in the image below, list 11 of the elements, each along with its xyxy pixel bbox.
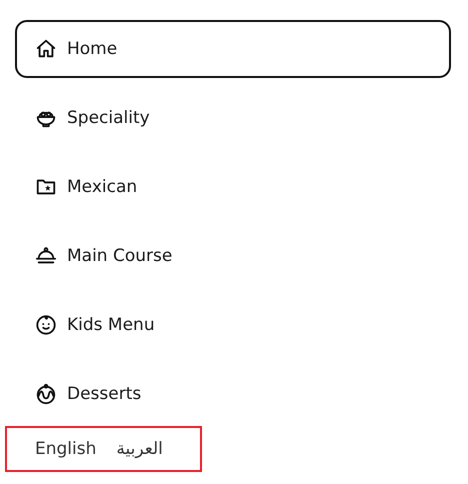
menu-item[interactable]: Speciality [15, 89, 451, 147]
menu-item[interactable]: Kids Menu [15, 296, 451, 354]
menu-item[interactable]: Mexican [15, 158, 451, 216]
menu-item[interactable]: Home [15, 20, 451, 78]
menu-item[interactable]: Main Course [15, 227, 451, 285]
menu-item[interactable]: Desserts [15, 365, 451, 423]
language-link[interactable]: العربية [116, 439, 163, 459]
smiley-icon [35, 314, 57, 336]
home-icon [35, 38, 57, 60]
language-link[interactable]: English [35, 439, 96, 459]
dessert-icon [35, 383, 57, 405]
